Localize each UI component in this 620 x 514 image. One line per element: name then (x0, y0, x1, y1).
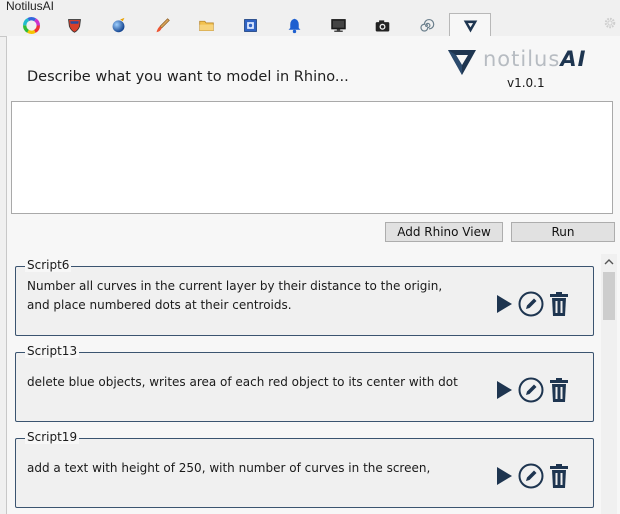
notilus-logo-icon (463, 20, 477, 32)
script-description: Number all curves in the current layer b… (27, 279, 443, 312)
scrollbar[interactable] (601, 254, 617, 514)
sphere-icon (112, 17, 124, 32)
camera-icon (375, 19, 389, 31)
trash-icon[interactable] (547, 377, 571, 403)
logo-text-bold: AI (560, 47, 587, 71)
play-icon[interactable] (493, 293, 515, 315)
tab-shield[interactable] (54, 14, 94, 36)
color-wheel-icon (22, 16, 40, 34)
tab-monitor[interactable] (318, 14, 358, 36)
shield-icon (67, 18, 81, 33)
tab-notilus[interactable] (449, 13, 491, 38)
notilus-mark-icon (448, 50, 476, 75)
monitor-icon (330, 18, 346, 32)
tab-spiral[interactable] (406, 14, 446, 36)
tab-document[interactable] (230, 14, 270, 36)
tab-camera[interactable] (362, 14, 402, 36)
settings-gear-icon[interactable] (603, 16, 617, 30)
script-actions (493, 377, 571, 403)
play-icon[interactable] (493, 465, 515, 487)
spiral-icon (419, 18, 434, 32)
scroll-up-arrow-icon[interactable] (604, 257, 614, 267)
logo-wordmark: notilusAI (483, 47, 586, 71)
paintbrush-icon (156, 17, 170, 32)
bell-icon (288, 18, 300, 33)
add-rhino-view-button[interactable]: Add Rhino View (385, 222, 503, 242)
script-name: Script6 (25, 258, 72, 272)
tab-sphere[interactable] (98, 14, 138, 36)
play-icon[interactable] (493, 379, 515, 401)
edit-icon[interactable] (518, 291, 544, 317)
window-title: NotilusAI (6, 0, 55, 13)
document-icon (243, 18, 257, 32)
notilus-logo: notilusAI (447, 47, 607, 77)
script-actions (493, 291, 571, 317)
script-card: Script6 Number all curves in the current… (15, 258, 594, 336)
tab-bell[interactable] (274, 14, 314, 36)
folder-icon (198, 20, 214, 31)
logo-text-light: notilus (483, 47, 561, 71)
prompt-label: Describe what you want to model in Rhino… (27, 69, 349, 85)
trash-icon[interactable] (547, 463, 571, 489)
tab-paintbrush[interactable] (142, 14, 182, 36)
script-card: Script19 add a text with height of 250, … (15, 430, 594, 508)
run-button[interactable]: Run (511, 222, 615, 242)
tab-folder[interactable] (186, 14, 226, 36)
tab-color-wheel[interactable] (11, 14, 51, 36)
script-description: delete blue objects, writes area of each… (27, 375, 458, 389)
edit-icon[interactable] (518, 463, 544, 489)
tab-strip (0, 12, 620, 38)
script-card: Script13 delete blue objects, writes are… (15, 344, 594, 422)
script-name: Script13 (25, 344, 80, 358)
script-actions (493, 463, 571, 489)
trash-icon[interactable] (547, 291, 571, 317)
edit-icon[interactable] (518, 377, 544, 403)
script-name: Script19 (25, 430, 80, 444)
script-description: add a text with height of 250, with numb… (27, 461, 431, 475)
version-label: v1.0.1 (507, 76, 545, 90)
scrollbar-thumb[interactable] (603, 272, 615, 320)
main-panel: Describe what you want to model in Rhino… (6, 36, 620, 514)
prompt-input[interactable] (11, 101, 613, 214)
